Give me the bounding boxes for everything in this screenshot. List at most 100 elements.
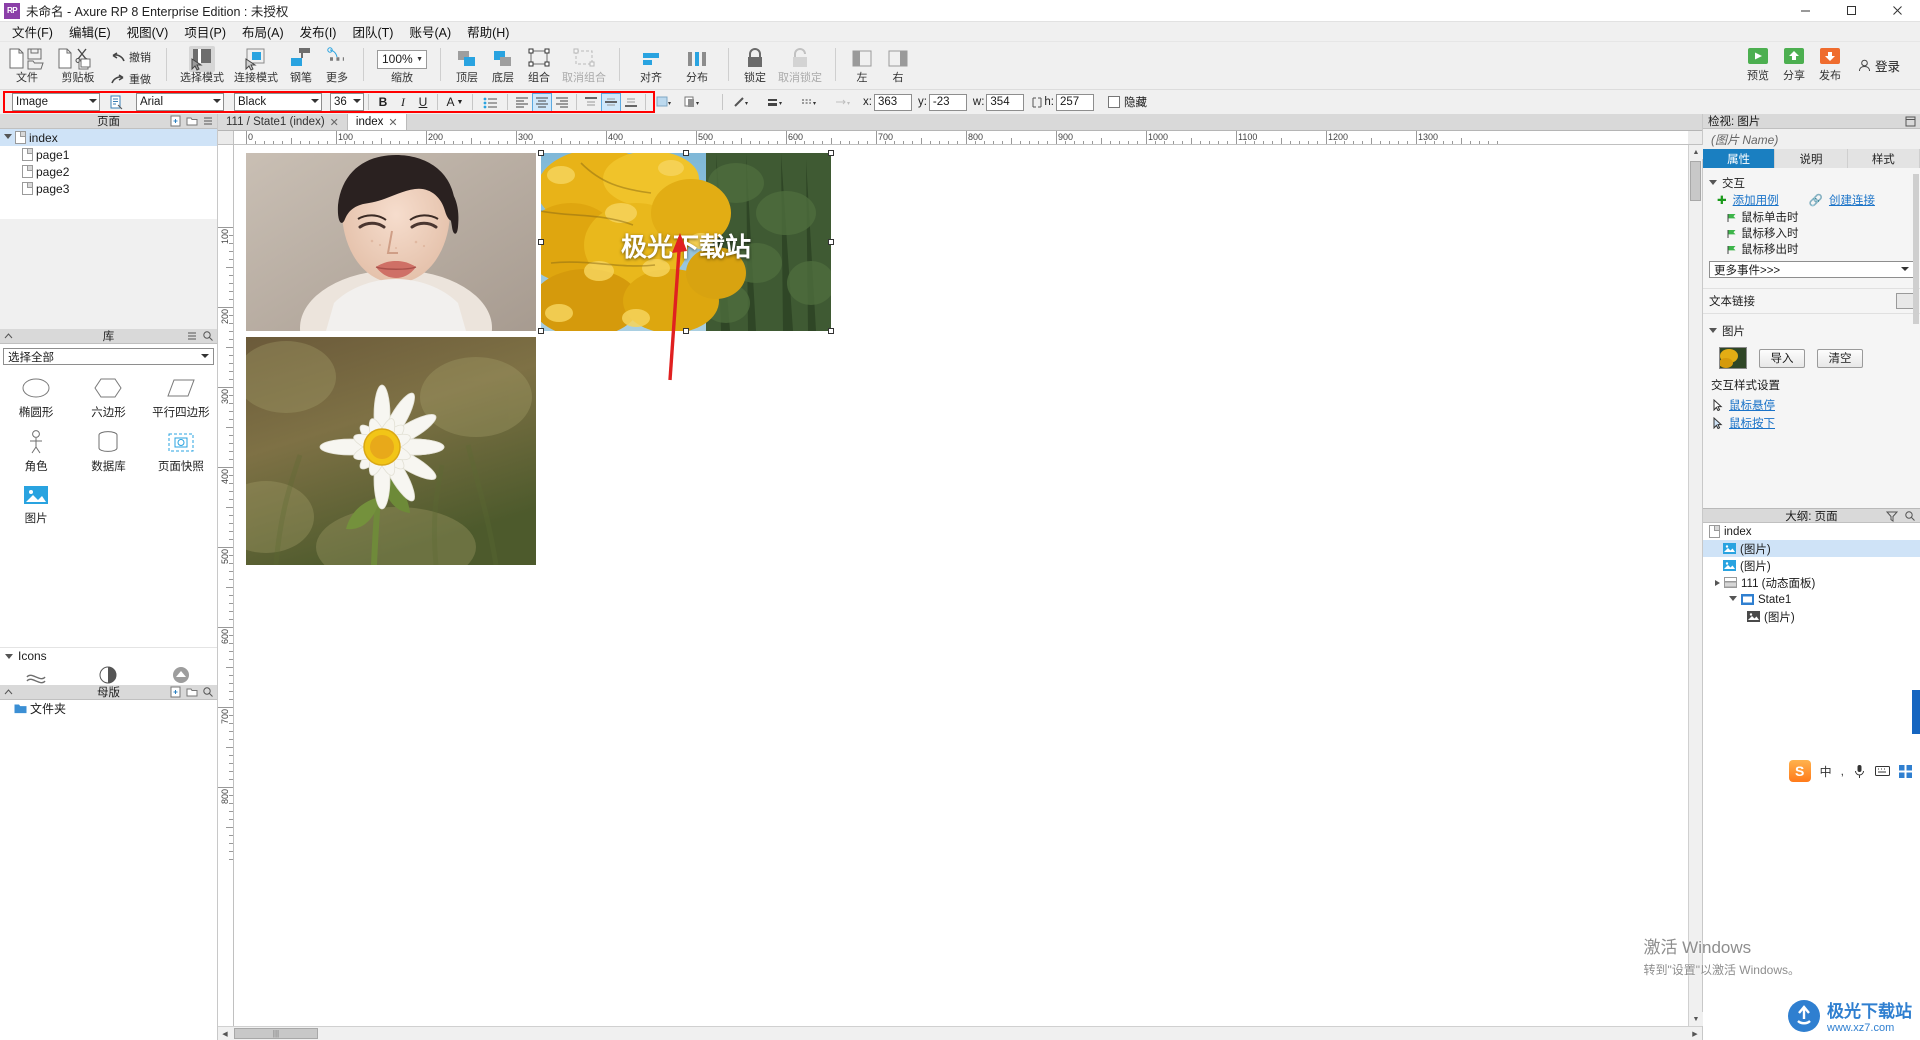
search-icon[interactable] [202,686,214,698]
left-panel-button[interactable]: 左 [844,44,880,90]
italic-button[interactable]: I [393,93,413,112]
handle-bottom-right[interactable] [828,328,834,334]
vertical-scroll-thumb[interactable] [1690,161,1701,201]
border-color-button[interactable] [727,93,755,112]
scroll-right-button[interactable]: ▶ [1688,1026,1702,1040]
y-input[interactable]: -23 [928,93,967,111]
hidden-checkbox-row[interactable]: 隐藏 [1108,94,1147,110]
outline-item-state1[interactable]: State1 [1703,591,1920,608]
pen-button[interactable]: 钢笔 [283,44,319,90]
library-item-person[interactable]: 角色 [0,425,72,479]
hover-style-link[interactable]: 鼠标悬停 [1729,397,1775,413]
page-item-index[interactable]: index [0,129,217,146]
outline-item-image-1[interactable]: (图片) [1703,540,1920,557]
handle-middle-right[interactable] [828,239,834,245]
create-link-button[interactable]: 创建连接 [1829,192,1875,208]
ime-mode-label[interactable]: 中 [1820,763,1832,780]
library-item-hexagon[interactable]: 六边形 [72,371,144,425]
menu-file[interactable]: 文件(F) [4,20,61,43]
handle-top-left[interactable] [538,150,544,156]
widget-type-select[interactable]: Image [12,93,100,111]
add-folder-icon[interactable] [186,686,198,698]
menu-icon[interactable] [202,115,214,127]
horizontal-scroll-thumb[interactable]: ||| [234,1028,318,1039]
group-button[interactable]: 组合 [521,44,557,90]
valign-top-button[interactable] [581,93,601,112]
text-link-button[interactable] [1896,293,1914,309]
mousedown-style-row[interactable]: 鼠标按下 [1703,414,1920,432]
add-page-icon[interactable] [170,115,182,127]
library-collapse-icon[interactable] [3,330,14,341]
underline-button[interactable]: U [413,93,433,112]
import-image-button[interactable]: 导入 [1759,348,1805,368]
scroll-down-button[interactable]: ▼ [1689,1012,1703,1026]
ginkgo-image[interactable]: 极光下载站 [541,153,831,331]
library-section-icons[interactable]: Icons [0,646,217,665]
library-filter-select[interactable]: 选择全部 [3,348,214,365]
tab-111-state1[interactable]: 111 / State1 (index) ✕ [218,114,348,130]
library-item-snapshot[interactable]: 页面快照 [145,425,217,479]
widget-name-input[interactable]: (图片 Name) [1703,129,1920,149]
close-icon[interactable]: ✕ [388,116,397,129]
event-item-mouseenter[interactable]: 鼠标移入时 [1703,225,1920,241]
outline-item-index[interactable]: index [1703,523,1920,540]
add-folder-icon[interactable] [186,115,198,127]
mic-icon[interactable] [1853,764,1866,779]
menu-icon[interactable] [186,330,198,342]
canvas-vertical-scrollbar[interactable]: ▲ ▼ [1688,145,1703,1026]
contrast-icon[interactable] [95,665,121,685]
image-section-header[interactable]: 图片 [1703,322,1920,339]
canvas-overlay-title[interactable]: 极光下载站 [621,227,751,264]
page-item-page3[interactable]: page3 [0,180,217,197]
comma-icon[interactable]: , [1841,764,1844,778]
menu-view[interactable]: 视图(V) [119,20,177,43]
clear-image-button[interactable]: 清空 [1817,348,1863,368]
search-icon[interactable] [1904,510,1916,522]
menu-account[interactable]: 账号(A) [401,20,459,43]
close-button[interactable] [1874,0,1920,21]
valign-middle-button[interactable] [601,92,621,112]
outline-item-image-2[interactable]: (图片) [1703,557,1920,574]
share-button[interactable]: 分享 [1776,42,1812,88]
design-canvas[interactable]: 极光下载站 [234,145,1688,1026]
menu-edit[interactable]: 编辑(E) [61,20,119,43]
keyboard-icon[interactable] [1875,765,1890,777]
link-icon[interactable]: 🔗 [1809,193,1823,207]
preview-button[interactable]: 预览 [1740,42,1776,88]
menu-layout[interactable]: 布局(A) [234,20,292,43]
scroll-up-button[interactable]: ▲ [1689,145,1703,159]
outline-item-image-3[interactable]: (图片) [1703,608,1920,625]
arrow-up-icon[interactable] [168,665,194,685]
close-icon[interactable]: ✕ [330,116,339,129]
font-size-select[interactable]: 36 [330,93,364,111]
add-case-button[interactable]: 添加用例 [1733,192,1779,208]
hidden-checkbox[interactable] [1108,96,1120,108]
filter-icon[interactable] [1886,510,1898,522]
redo-button[interactable]: 重做 [111,68,151,90]
tab-style[interactable]: 样式 [1848,149,1920,168]
event-item-mouseleave[interactable]: 鼠标移出时 [1703,241,1920,257]
right-panel-button[interactable]: 右 [880,44,916,90]
add-icon[interactable] [170,686,182,698]
library-item-ellipse[interactable]: 椭圆形 [0,371,72,425]
handle-bottom-left[interactable] [538,328,544,334]
clipboard-button[interactable]: 剪贴板 [52,44,104,90]
shadow-button[interactable] [678,93,706,112]
handle-top-center[interactable] [683,150,689,156]
handle-bottom-center[interactable] [683,328,689,334]
daisy-image[interactable] [246,337,536,565]
menu-publish[interactable]: 发布(I) [292,20,345,43]
style-manager-button[interactable] [106,93,126,112]
menu-project[interactable]: 项目(P) [176,20,234,43]
canvas-horizontal-scrollbar[interactable]: ◀ ||| ▶ [218,1026,1702,1040]
lock-ratio-icon[interactable] [1032,96,1042,109]
tab-properties[interactable]: 属性 [1703,149,1776,168]
sogou-ime-icon[interactable]: S [1788,760,1811,782]
library-item-parallelogram[interactable]: 平行四边形 [145,371,217,425]
library-item-database[interactable]: 数据库 [72,425,144,479]
h-input[interactable]: 257 [1056,93,1094,111]
interactions-section-header[interactable]: 交互 [1703,174,1920,191]
select-mode-button[interactable]: 选择模式 [175,44,229,90]
x-input[interactable]: 363 [873,93,912,111]
masters-collapse-icon[interactable] [3,686,14,697]
